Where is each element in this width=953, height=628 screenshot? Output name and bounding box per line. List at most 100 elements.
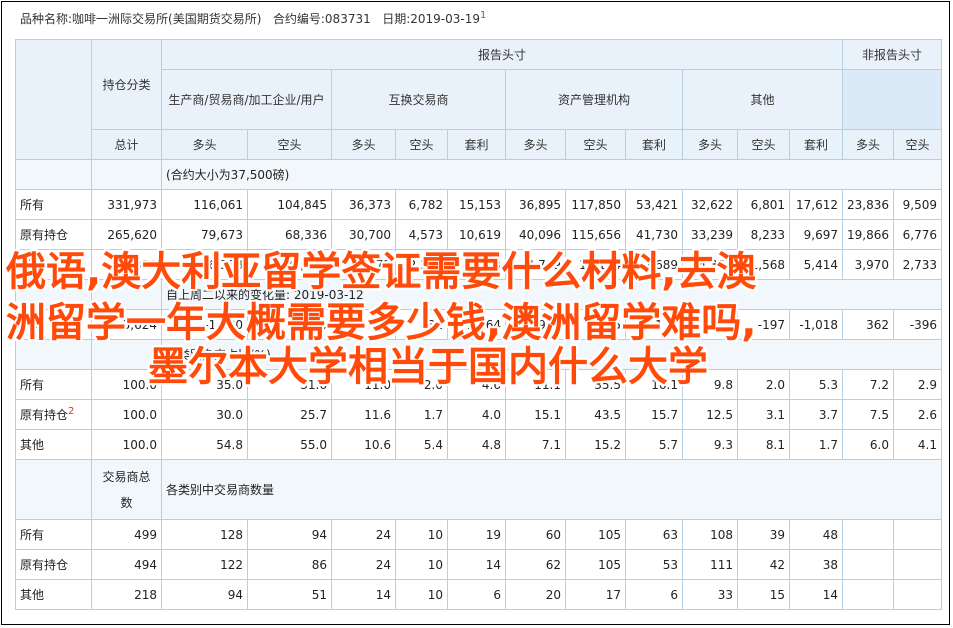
footnote-marker: 1 — [479, 10, 487, 21]
managed-short-header: 空头 — [565, 129, 626, 160]
contract-size-note: (合约大小为37,500磅) — [161, 159, 942, 190]
table-cell: 15,153 — [447, 189, 506, 220]
reporting-header: 报告头寸 — [161, 39, 843, 70]
table-cell: 2.0 — [395, 369, 448, 400]
table-cell: 60 — [505, 519, 566, 550]
row-label: 其他 — [15, 579, 92, 610]
table-cell: 68,336 — [247, 219, 332, 250]
table-cell: 24 — [331, 549, 396, 580]
row-label: 所有 — [15, 519, 92, 550]
table-cell: 35.5 — [565, 369, 626, 400]
table-cell — [893, 579, 942, 610]
table-cell: 15 — [737, 579, 790, 610]
table-cell: 4,799 — [505, 249, 566, 280]
table-cell: 1.7 — [789, 429, 843, 460]
swap-short-header: 空头 — [395, 129, 448, 160]
section-spacer — [15, 459, 92, 520]
table-cell: 55.0 — [247, 429, 332, 460]
managed-money-header: 资产管理机构 — [505, 69, 683, 130]
table-cell: 6,782 — [395, 189, 448, 220]
table-cell: 11.1 — [505, 369, 566, 400]
table-cell: 5.4 — [395, 429, 448, 460]
table-cell: 15.2 — [565, 429, 626, 460]
table-cell: 100.0 — [91, 429, 162, 460]
table-cell: 31.6 — [247, 369, 332, 400]
table-row: 所有 499 128 94 24 10 19 60 105 63 108 39 48 — [15, 519, 942, 550]
table-cell: 36,373 — [331, 189, 396, 220]
row-label-text: 其他 — [20, 438, 45, 452]
table-cell: 38 — [789, 549, 843, 580]
other-long-header: 多头 — [682, 129, 738, 160]
table-cell: 5,673 — [331, 249, 396, 280]
table-cell: 20 — [505, 579, 566, 610]
other-short-header: 空头 — [737, 129, 790, 160]
table-cell: -197 — [737, 309, 790, 340]
table-cell: 4.8 — [447, 429, 506, 460]
table-cell: 10,194 — [565, 249, 626, 280]
table-cell: 331,973 — [91, 189, 162, 220]
table-cell: 14 — [331, 579, 396, 610]
table-cell: 3.1 — [737, 399, 790, 430]
row-label: 其他 — [15, 429, 92, 460]
table-cell: -396 — [893, 309, 942, 340]
table-row: 所有 -3,624 -1,280 -1,316 -39 132 -1,864 -906 -405… — [15, 309, 942, 340]
footnote-marker: 2 — [68, 406, 75, 417]
table-cell: 111 — [682, 549, 738, 580]
table-cell: 2.0 — [737, 369, 790, 400]
table-cell: 11.6 — [331, 399, 396, 430]
row-label-text: 其他 — [20, 258, 45, 272]
report-frame: 品种名称:咖啡一洲际交易所(美国期货交易所) 合约编号:083731 日期:20… — [1, 1, 950, 625]
table-cell: 9.8 — [682, 369, 738, 400]
table-cell: 122 — [161, 549, 248, 580]
producer-long-header: 多头 — [161, 129, 248, 160]
table-cell: 15.7 — [625, 399, 683, 430]
traders-count-header: 交易商总数 — [91, 459, 162, 520]
table-cell: -1,018 — [789, 309, 843, 340]
table-cell: -1,316 — [247, 309, 332, 340]
table-cell: 4.6 — [447, 369, 506, 400]
table-cell: 5.7 — [625, 429, 683, 460]
table-cell: 19,866 — [842, 219, 894, 250]
row-label-text: 原有持仓 — [20, 228, 69, 242]
table-cell: 79,673 — [161, 219, 248, 250]
table-cell: 36,509 — [247, 249, 332, 280]
table-cell: 10 — [395, 519, 448, 550]
table-cell: 265,620 — [91, 219, 162, 250]
table-cell: 7.2 — [842, 369, 894, 400]
table-cell: 94 — [247, 519, 332, 550]
table-cell: 128 — [161, 519, 248, 550]
table-cell: -39 — [331, 309, 396, 340]
table-cell: -2,175 — [625, 309, 683, 340]
table-cell: 10,619 — [447, 219, 506, 250]
table-cell: 4.1 — [893, 429, 942, 460]
change-since-note: 自上周二以来的变化量: 2019-03-12 — [161, 279, 942, 310]
table-cell: 6.0 — [842, 429, 894, 460]
section-spacer — [91, 339, 162, 370]
row-label: 其他 — [15, 249, 92, 280]
other-reportables-header: 其他 — [682, 69, 843, 130]
table-cell: 63 — [625, 519, 683, 550]
swap-spread-header: 套利 — [447, 129, 506, 160]
table-cell: 1.7 — [395, 399, 448, 430]
row-label-text: 所有 — [20, 528, 45, 542]
section-spacer — [15, 279, 92, 310]
table-cell: 499 — [91, 519, 162, 550]
nonreporting-spacer — [842, 69, 942, 130]
table-cell: 4.0 — [447, 399, 506, 430]
corner-cell — [15, 39, 92, 160]
contract-number: 083731 — [324, 12, 371, 26]
other-spread-header: 套利 — [789, 129, 843, 160]
table-cell: 5.3 — [789, 369, 843, 400]
producer-header: 生产商/贸易商/加工企业/用户 — [161, 69, 332, 130]
table-cell: 9,697 — [789, 219, 843, 250]
table-row: 其他 218 94 51 14 10 6 20 17 6 33 15 14 — [15, 579, 942, 610]
table-cell — [842, 579, 894, 610]
table-cell: 117,850 — [565, 189, 626, 220]
table-cell: 9,509 — [893, 189, 942, 220]
table-cell: 8.1 — [737, 429, 790, 460]
table-cell: 4,689 — [625, 249, 683, 280]
table-cell: 7.5 — [842, 399, 894, 430]
table-row: 所有 331,973 116,061 104,845 36,373 6,782 15,153… — [15, 189, 942, 220]
total-header: 总计 — [91, 129, 162, 160]
producer-short-header: 空头 — [247, 129, 332, 160]
